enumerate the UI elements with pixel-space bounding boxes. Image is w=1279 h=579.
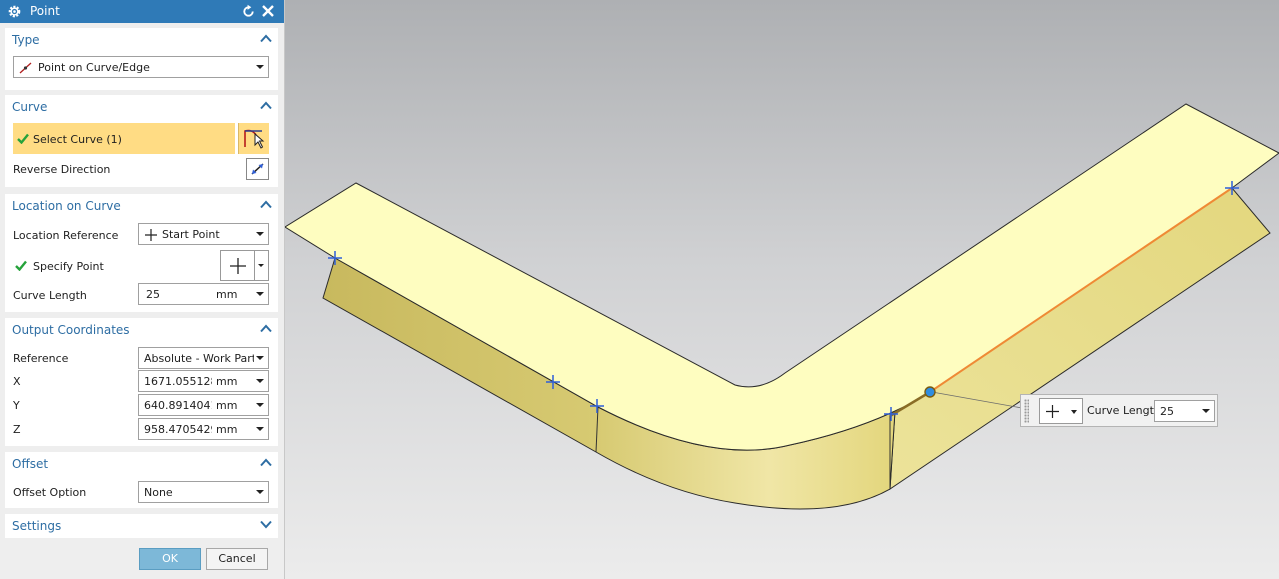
chevron-down-icon	[256, 292, 264, 296]
point-on-curve-icon	[19, 62, 32, 74]
z-coordinate-input[interactable]: 958.4705429 mm	[138, 418, 269, 440]
select-curve-row[interactable]: Select Curve (1)	[13, 123, 235, 154]
chevron-down-icon[interactable]	[260, 520, 272, 529]
curve-length-value: 25	[146, 288, 160, 301]
type-select[interactable]: Point on Curve/Edge	[13, 56, 269, 78]
output-coordinates-header: Output Coordinates	[12, 323, 130, 337]
curve-select-button[interactable]	[238, 123, 269, 154]
graphics-viewport[interactable]: Curve Length 25	[285, 0, 1279, 579]
curve-select-icon	[244, 129, 265, 149]
chevron-down-icon	[256, 232, 264, 236]
z-label: Z	[13, 423, 21, 436]
curve-length-input[interactable]: 25 mm	[138, 283, 269, 305]
chevron-up-icon[interactable]	[260, 34, 272, 43]
floating-curve-length-value: 25	[1160, 405, 1174, 418]
x-unit: mm	[216, 375, 238, 388]
y-unit: mm	[216, 399, 238, 412]
offset-option-label: Offset Option	[13, 486, 87, 499]
location-group: Location on Curve Location Reference Sta…	[5, 194, 278, 312]
cross-point-icon	[1046, 405, 1059, 418]
chevron-down-icon	[256, 379, 264, 383]
offset-group: Offset Offset Option None	[5, 452, 278, 508]
y-value: 640.8914041	[144, 399, 212, 412]
location-reference-select[interactable]: Start Point	[138, 223, 269, 245]
chevron-up-icon[interactable]	[260, 458, 272, 467]
gear-icon	[8, 5, 21, 18]
reverse-direction-button[interactable]	[246, 158, 269, 180]
chevron-down-icon	[256, 65, 264, 69]
point-dialog: Point Type Point on Curve/Edge Curve Sel…	[0, 0, 285, 579]
specify-point-dropdown[interactable]	[255, 250, 269, 281]
x-label: X	[13, 375, 21, 388]
x-value: 1671.0551281	[144, 375, 212, 388]
cross-point-icon	[145, 229, 157, 241]
output-coordinates-group: Output Coordinates Reference Absolute - …	[5, 318, 278, 446]
cancel-button[interactable]: Cancel	[206, 548, 268, 570]
curve-length-label: Curve Length	[13, 289, 87, 302]
chevron-down-icon	[256, 403, 264, 407]
bent-plate-model[interactable]	[285, 0, 1279, 579]
chevron-up-icon[interactable]	[260, 101, 272, 110]
chevron-down-icon	[256, 356, 264, 360]
curve-header: Curve	[12, 100, 48, 114]
x-coordinate-input[interactable]: 1671.0551281 mm	[138, 370, 269, 392]
specify-point-label: Specify Point	[33, 260, 104, 273]
ok-button[interactable]: OK	[139, 548, 201, 570]
select-curve-label: Select Curve (1)	[33, 133, 122, 146]
type-select-value: Point on Curve/Edge	[38, 61, 150, 74]
location-reference-value: Start Point	[162, 228, 220, 241]
offset-header: Offset	[12, 457, 49, 471]
cross-point-icon	[230, 258, 246, 274]
floating-curve-length-toolbar: Curve Length 25	[1020, 394, 1218, 427]
type-header: Type	[12, 33, 40, 47]
floating-curve-length-input[interactable]: 25	[1154, 400, 1215, 422]
reverse-direction-label: Reverse Direction	[13, 163, 111, 176]
location-header: Location on Curve	[12, 199, 121, 213]
curve-length-unit: mm	[216, 288, 238, 301]
reference-value: Absolute - Work Part	[144, 352, 254, 365]
chevron-up-icon[interactable]	[260, 324, 272, 333]
reference-label: Reference	[13, 352, 69, 365]
reset-icon[interactable]	[241, 4, 256, 19]
point-handle[interactable]	[924, 386, 936, 398]
y-coordinate-input[interactable]: 640.8914041 mm	[138, 394, 269, 416]
reverse-direction-icon	[251, 163, 264, 175]
chevron-down-icon	[258, 264, 264, 267]
point-type-button[interactable]	[1039, 398, 1083, 424]
curve-group: Curve Select Curve (1) Reverse Direction	[5, 95, 278, 187]
z-value: 958.4705429	[144, 423, 212, 436]
type-group: Type Point on Curve/Edge	[5, 28, 278, 90]
drag-grip-icon[interactable]	[1024, 399, 1029, 423]
dialog-title: Point	[30, 4, 60, 18]
chevron-down-icon	[1071, 410, 1077, 414]
reference-select[interactable]: Absolute - Work Part	[138, 347, 269, 369]
specify-point-button[interactable]	[220, 250, 255, 281]
chevron-down-icon	[256, 427, 264, 431]
offset-option-select[interactable]: None	[138, 481, 269, 503]
floating-curve-length-label: Curve Length	[1087, 404, 1161, 417]
chevron-down-icon	[256, 490, 264, 494]
location-reference-label: Location Reference	[13, 229, 119, 242]
close-icon[interactable]	[261, 4, 275, 18]
checkmark-icon	[15, 260, 27, 271]
dialog-title-bar: Point	[0, 0, 284, 23]
chevron-up-icon[interactable]	[260, 200, 272, 209]
chevron-down-icon	[1202, 409, 1210, 413]
settings-header: Settings	[12, 519, 62, 533]
checkmark-icon	[17, 133, 29, 144]
offset-option-value: None	[144, 486, 173, 499]
z-unit: mm	[216, 423, 238, 436]
y-label: Y	[13, 399, 20, 412]
settings-group[interactable]: Settings	[5, 514, 278, 538]
